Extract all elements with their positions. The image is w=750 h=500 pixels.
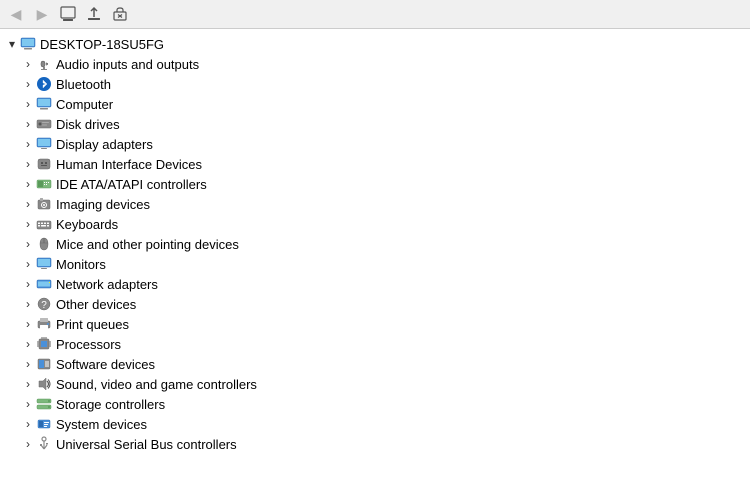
update-driver-button[interactable] (83, 3, 105, 25)
label-network: Network adapters (56, 277, 158, 292)
icon-mice (36, 236, 52, 252)
tree-item-ide[interactable]: › IDE ATA/ATAPI controllers (0, 174, 750, 194)
tree-item-bluetooth[interactable]: › Bluetooth (0, 74, 750, 94)
label-usb: Universal Serial Bus controllers (56, 437, 237, 452)
expand-arrow-display[interactable]: › (20, 136, 36, 152)
forward-button[interactable]: ▶ (31, 3, 53, 25)
icon-disk (36, 116, 52, 132)
tree-item-print[interactable]: › Print queues (0, 314, 750, 334)
icon-print (36, 316, 52, 332)
label-software: Software devices (56, 357, 155, 372)
expand-arrow-usb[interactable]: › (20, 436, 36, 452)
label-root: DESKTOP-18SU5FG (40, 37, 164, 52)
tree-item-storage[interactable]: › Storage controllers (0, 394, 750, 414)
uninstall-button[interactable] (109, 3, 131, 25)
expand-arrow-computer[interactable]: › (20, 96, 36, 112)
label-print: Print queues (56, 317, 129, 332)
icon-root (20, 36, 36, 52)
label-sound: Sound, video and game controllers (56, 377, 257, 392)
icon-bluetooth (36, 76, 52, 92)
tree-item-network[interactable]: › Network adapters (0, 274, 750, 294)
tree-item-processors[interactable]: › Processors (0, 334, 750, 354)
icon-hid (36, 156, 52, 172)
expand-arrow-disk[interactable]: › (20, 116, 36, 132)
expand-arrow-software[interactable]: › (20, 356, 36, 372)
expand-arrow-sound[interactable]: › (20, 376, 36, 392)
tree-container: ▾ DESKTOP-18SU5FG › Audio inputs and output… (0, 29, 750, 497)
label-computer: Computer (56, 97, 113, 112)
icon-software (36, 356, 52, 372)
icon-network (36, 276, 52, 292)
tree-item-audio[interactable]: › Audio inputs and outputs (0, 54, 750, 74)
icon-storage (36, 396, 52, 412)
back-button[interactable]: ◀ (5, 3, 27, 25)
tree-item-monitors[interactable]: › Monitors (0, 254, 750, 274)
icon-sound (36, 376, 52, 392)
expand-arrow-storage[interactable]: › (20, 396, 36, 412)
label-imaging: Imaging devices (56, 197, 150, 212)
expand-arrow-root[interactable]: ▾ (4, 36, 20, 52)
label-hid: Human Interface Devices (56, 157, 202, 172)
label-audio: Audio inputs and outputs (56, 57, 199, 72)
tree-item-keyboards[interactable]: › Keyboards (0, 214, 750, 234)
expand-arrow-system[interactable]: › (20, 416, 36, 432)
icon-computer (36, 96, 52, 112)
tree-item-hid[interactable]: › Human Interface Devices (0, 154, 750, 174)
tree-item-other[interactable]: ›? Other devices (0, 294, 750, 314)
label-monitors: Monitors (56, 257, 106, 272)
expand-arrow-other[interactable]: › (20, 296, 36, 312)
expand-arrow-hid[interactable]: › (20, 156, 36, 172)
tree-item-sound[interactable]: › Sound, video and game controllers (0, 374, 750, 394)
expand-arrow-mice[interactable]: › (20, 236, 36, 252)
label-system: System devices (56, 417, 147, 432)
icon-audio (36, 56, 52, 72)
icon-keyboards (36, 216, 52, 232)
expand-arrow-network[interactable]: › (20, 276, 36, 292)
label-processors: Processors (56, 337, 121, 352)
label-display: Display adapters (56, 137, 153, 152)
label-disk: Disk drives (56, 117, 120, 132)
icon-other: ? (36, 296, 52, 312)
label-ide: IDE ATA/ATAPI controllers (56, 177, 207, 192)
tree-item-system[interactable]: › System devices (0, 414, 750, 434)
icon-ide (36, 176, 52, 192)
expand-arrow-print[interactable]: › (20, 316, 36, 332)
tree-item-imaging[interactable]: › Imaging devices (0, 194, 750, 214)
tree-item-disk[interactable]: › Disk drives (0, 114, 750, 134)
expand-arrow-audio[interactable]: › (20, 56, 36, 72)
tree-item-software[interactable]: › Software devices (0, 354, 750, 374)
svg-text:?: ? (41, 300, 47, 311)
tree-item-computer[interactable]: › Computer (0, 94, 750, 114)
tree-item-display[interactable]: › Display adapters (0, 134, 750, 154)
expand-arrow-ide[interactable]: › (20, 176, 36, 192)
expand-arrow-processors[interactable]: › (20, 336, 36, 352)
expand-arrow-monitors[interactable]: › (20, 256, 36, 272)
expand-arrow-bluetooth[interactable]: › (20, 76, 36, 92)
label-mice: Mice and other pointing devices (56, 237, 239, 252)
expand-arrow-keyboards[interactable]: › (20, 216, 36, 232)
tree-item-mice[interactable]: › Mice and other pointing devices (0, 234, 750, 254)
icon-imaging (36, 196, 52, 212)
tree-item-usb[interactable]: › Universal Serial Bus controllers (0, 434, 750, 454)
label-keyboards: Keyboards (56, 217, 118, 232)
toolbar: ◀ ▶ (0, 0, 750, 29)
label-storage: Storage controllers (56, 397, 165, 412)
icon-processors (36, 336, 52, 352)
icon-system (36, 416, 52, 432)
label-bluetooth: Bluetooth (56, 77, 111, 92)
label-other: Other devices (56, 297, 136, 312)
icon-monitors (36, 256, 52, 272)
icon-usb (36, 436, 52, 452)
icon-display (36, 136, 52, 152)
tree-item-root[interactable]: ▾ DESKTOP-18SU5FG (0, 34, 750, 54)
properties-button[interactable] (57, 3, 79, 25)
expand-arrow-imaging[interactable]: › (20, 196, 36, 212)
